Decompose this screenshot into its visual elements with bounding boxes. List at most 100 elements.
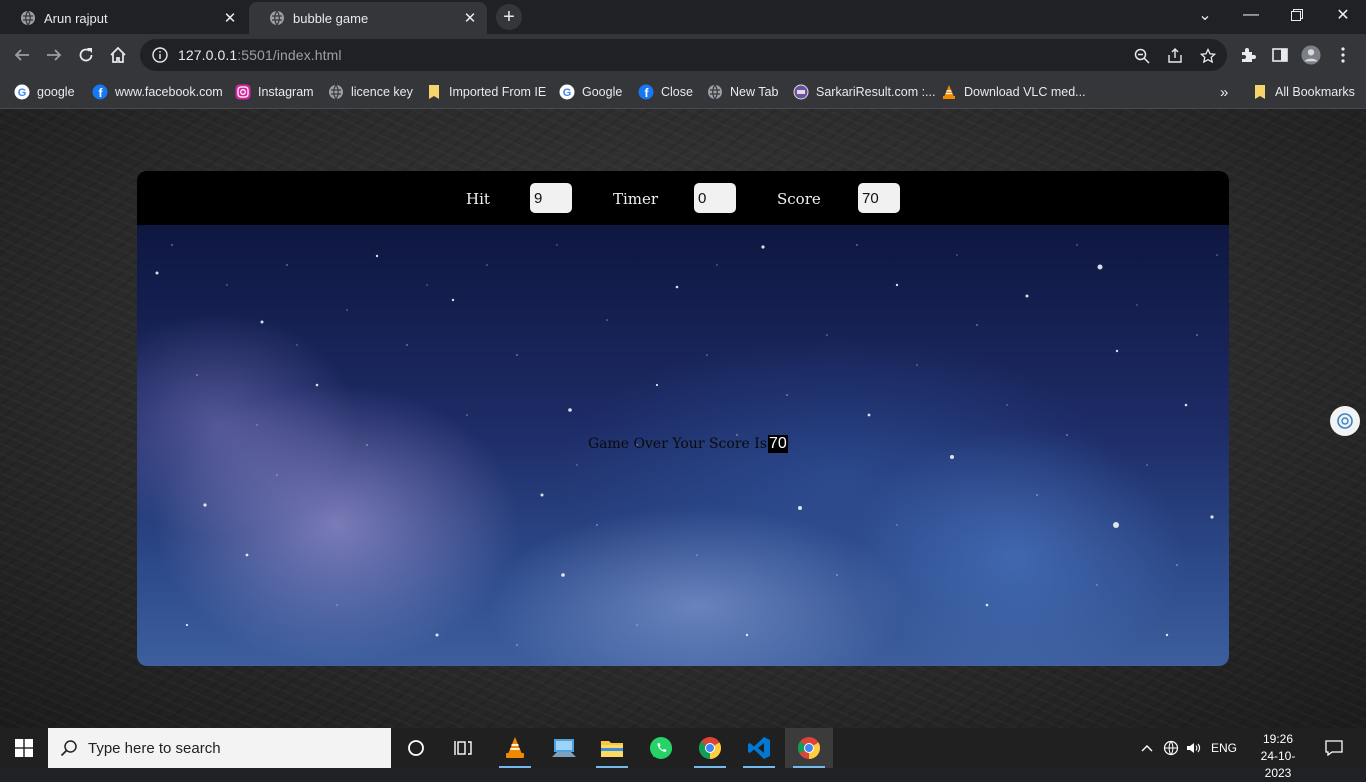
bookmark-star-icon[interactable] [1199,47,1217,65]
forward-button[interactable] [40,41,68,69]
more-bookmarks-chevron-icon[interactable]: » [1220,82,1228,102]
hit-value-box: 9 [530,183,572,213]
chrome-icon [698,737,721,759]
bookmark-licence-key[interactable]: licence key [328,82,413,102]
bookmark-close[interactable]: f Close [638,82,693,102]
taskbar-whatsapp[interactable] [637,728,685,768]
tab-bubble-game[interactable]: bubble game ✕ [249,2,487,34]
taskbar-file-explorer[interactable] [588,728,636,768]
globe-icon [269,10,285,26]
forward-arrow-icon [47,49,62,61]
task-view-button[interactable] [440,728,488,768]
globe-icon [20,10,36,26]
extensions-icon[interactable] [1238,45,1258,65]
show-hidden-icons-chevron-icon[interactable] [1138,728,1156,768]
whatsapp-icon [650,737,672,759]
bookmark-instagram[interactable]: Instagram [235,82,314,102]
chrome-icon [797,737,820,759]
clock-date: 24-10-2023 [1260,749,1296,780]
zoom-icon[interactable] [1133,47,1151,65]
taskbar-chrome[interactable] [686,728,734,768]
profile-avatar[interactable] [1301,45,1321,65]
restore-button[interactable] [1274,0,1320,30]
url-text: 127.0.0.1:5501/index.html [178,47,342,63]
final-score: 70 [767,435,788,453]
page-viewport: Hit 9 Timer 0 Score 70 Game Over Your Sc… [0,109,1366,728]
minimize-button[interactable]: — [1228,0,1274,30]
task-view-icon [454,741,472,755]
vlc-icon [506,737,524,758]
taskbar-search-box[interactable]: Type here to search [48,728,391,768]
home-button[interactable] [104,41,132,69]
close-tab-icon[interactable]: ✕ [221,9,239,27]
bookmark-google-2[interactable]: G Google [559,82,622,102]
more-menu-icon[interactable] [1333,45,1353,65]
hit-label: Hit [466,190,490,208]
windows-taskbar: Type here to search ENG 19:26 24-10-2023 [0,728,1366,780]
facebook-icon: f [638,84,654,100]
google-icon: G [14,84,30,100]
assistant-floating-icon[interactable] [1330,406,1360,436]
site-info-icon[interactable] [152,47,168,63]
bookmark-google[interactable]: G google [14,82,75,102]
google-icon: G [559,84,575,100]
language-indicator[interactable]: ENG [1208,728,1240,768]
restore-icon [1291,9,1303,21]
new-tab-button[interactable]: + [496,4,522,30]
score-label: Score [777,190,821,208]
bookmark-imported-from-ie[interactable]: Imported From IE [426,82,546,102]
back-arrow-icon [14,49,29,61]
computer-icon [552,739,576,757]
bookmark-facebook[interactable]: f www.facebook.com [92,82,223,102]
taskbar-vlc[interactable] [491,728,539,768]
search-placeholder: Type here to search [88,739,221,757]
folder-icon [601,741,623,757]
tab-search-icon[interactable]: ⌄ [1182,0,1228,30]
back-button[interactable] [8,41,36,69]
all-bookmarks-folder[interactable]: All Bookmarks [1252,82,1355,102]
reload-icon [79,48,93,62]
search-icon [60,739,78,757]
reload-button[interactable] [72,41,100,69]
volume-icon[interactable] [1183,728,1203,768]
share-icon[interactable] [1166,47,1184,65]
instagram-icon [235,84,251,100]
globe-icon [328,84,344,100]
taskbar-this-pc[interactable] [540,728,588,768]
folder-icon [1252,84,1268,100]
cortana-circle-icon [408,740,424,756]
close-tab-icon[interactable]: ✕ [461,9,479,27]
timer-label: Timer [613,190,659,208]
windows-logo-icon [15,739,33,757]
tab-arun-rajput[interactable]: Arun rajput ✕ [0,2,247,34]
vlc-icon [941,84,957,100]
start-button[interactable] [0,728,48,768]
browser-toolbar: 127.0.0.1:5501/index.html [0,34,1366,76]
bookmark-download-vlc[interactable]: Download VLC med... [941,82,1086,102]
bookmark-new-tab[interactable]: New Tab [707,82,778,102]
timer-value-box: 0 [694,183,736,213]
bookmark-sarkariresult[interactable]: SarkariResult.com :... [793,82,935,102]
side-panel-icon[interactable] [1270,45,1290,65]
taskbar-clock[interactable]: 19:26 24-10-2023 [1250,731,1306,782]
game-over-text: Game Over Your Score Is [588,436,767,452]
clock-time: 19:26 [1262,732,1294,746]
tab-label: bubble game [293,10,369,26]
network-globe-icon[interactable] [1160,728,1182,768]
taskbar-chrome-active[interactable] [785,728,833,768]
close-window-button[interactable]: ✕ [1320,0,1366,30]
vscode-icon [748,737,770,759]
tab-strip: Arun rajput ✕ bubble game ✕ + ⌄ — ✕ [0,0,1366,34]
sarkari-icon [793,84,809,100]
taskbar-vscode[interactable] [735,728,783,768]
svg-text:G: G [563,87,572,99]
game-over-message: Game Over Your Score Is 70 [588,435,788,453]
notifications-icon[interactable] [1318,728,1350,768]
svg-text:G: G [18,87,27,99]
tab-label: Arun rajput [44,10,108,26]
game-panel: Game Over Your Score Is 70 [137,225,1229,666]
cortana-button[interactable] [392,728,440,768]
globe-icon [707,84,723,100]
facebook-icon: f [92,84,108,100]
address-bar[interactable]: 127.0.0.1:5501/index.html [140,39,1227,71]
